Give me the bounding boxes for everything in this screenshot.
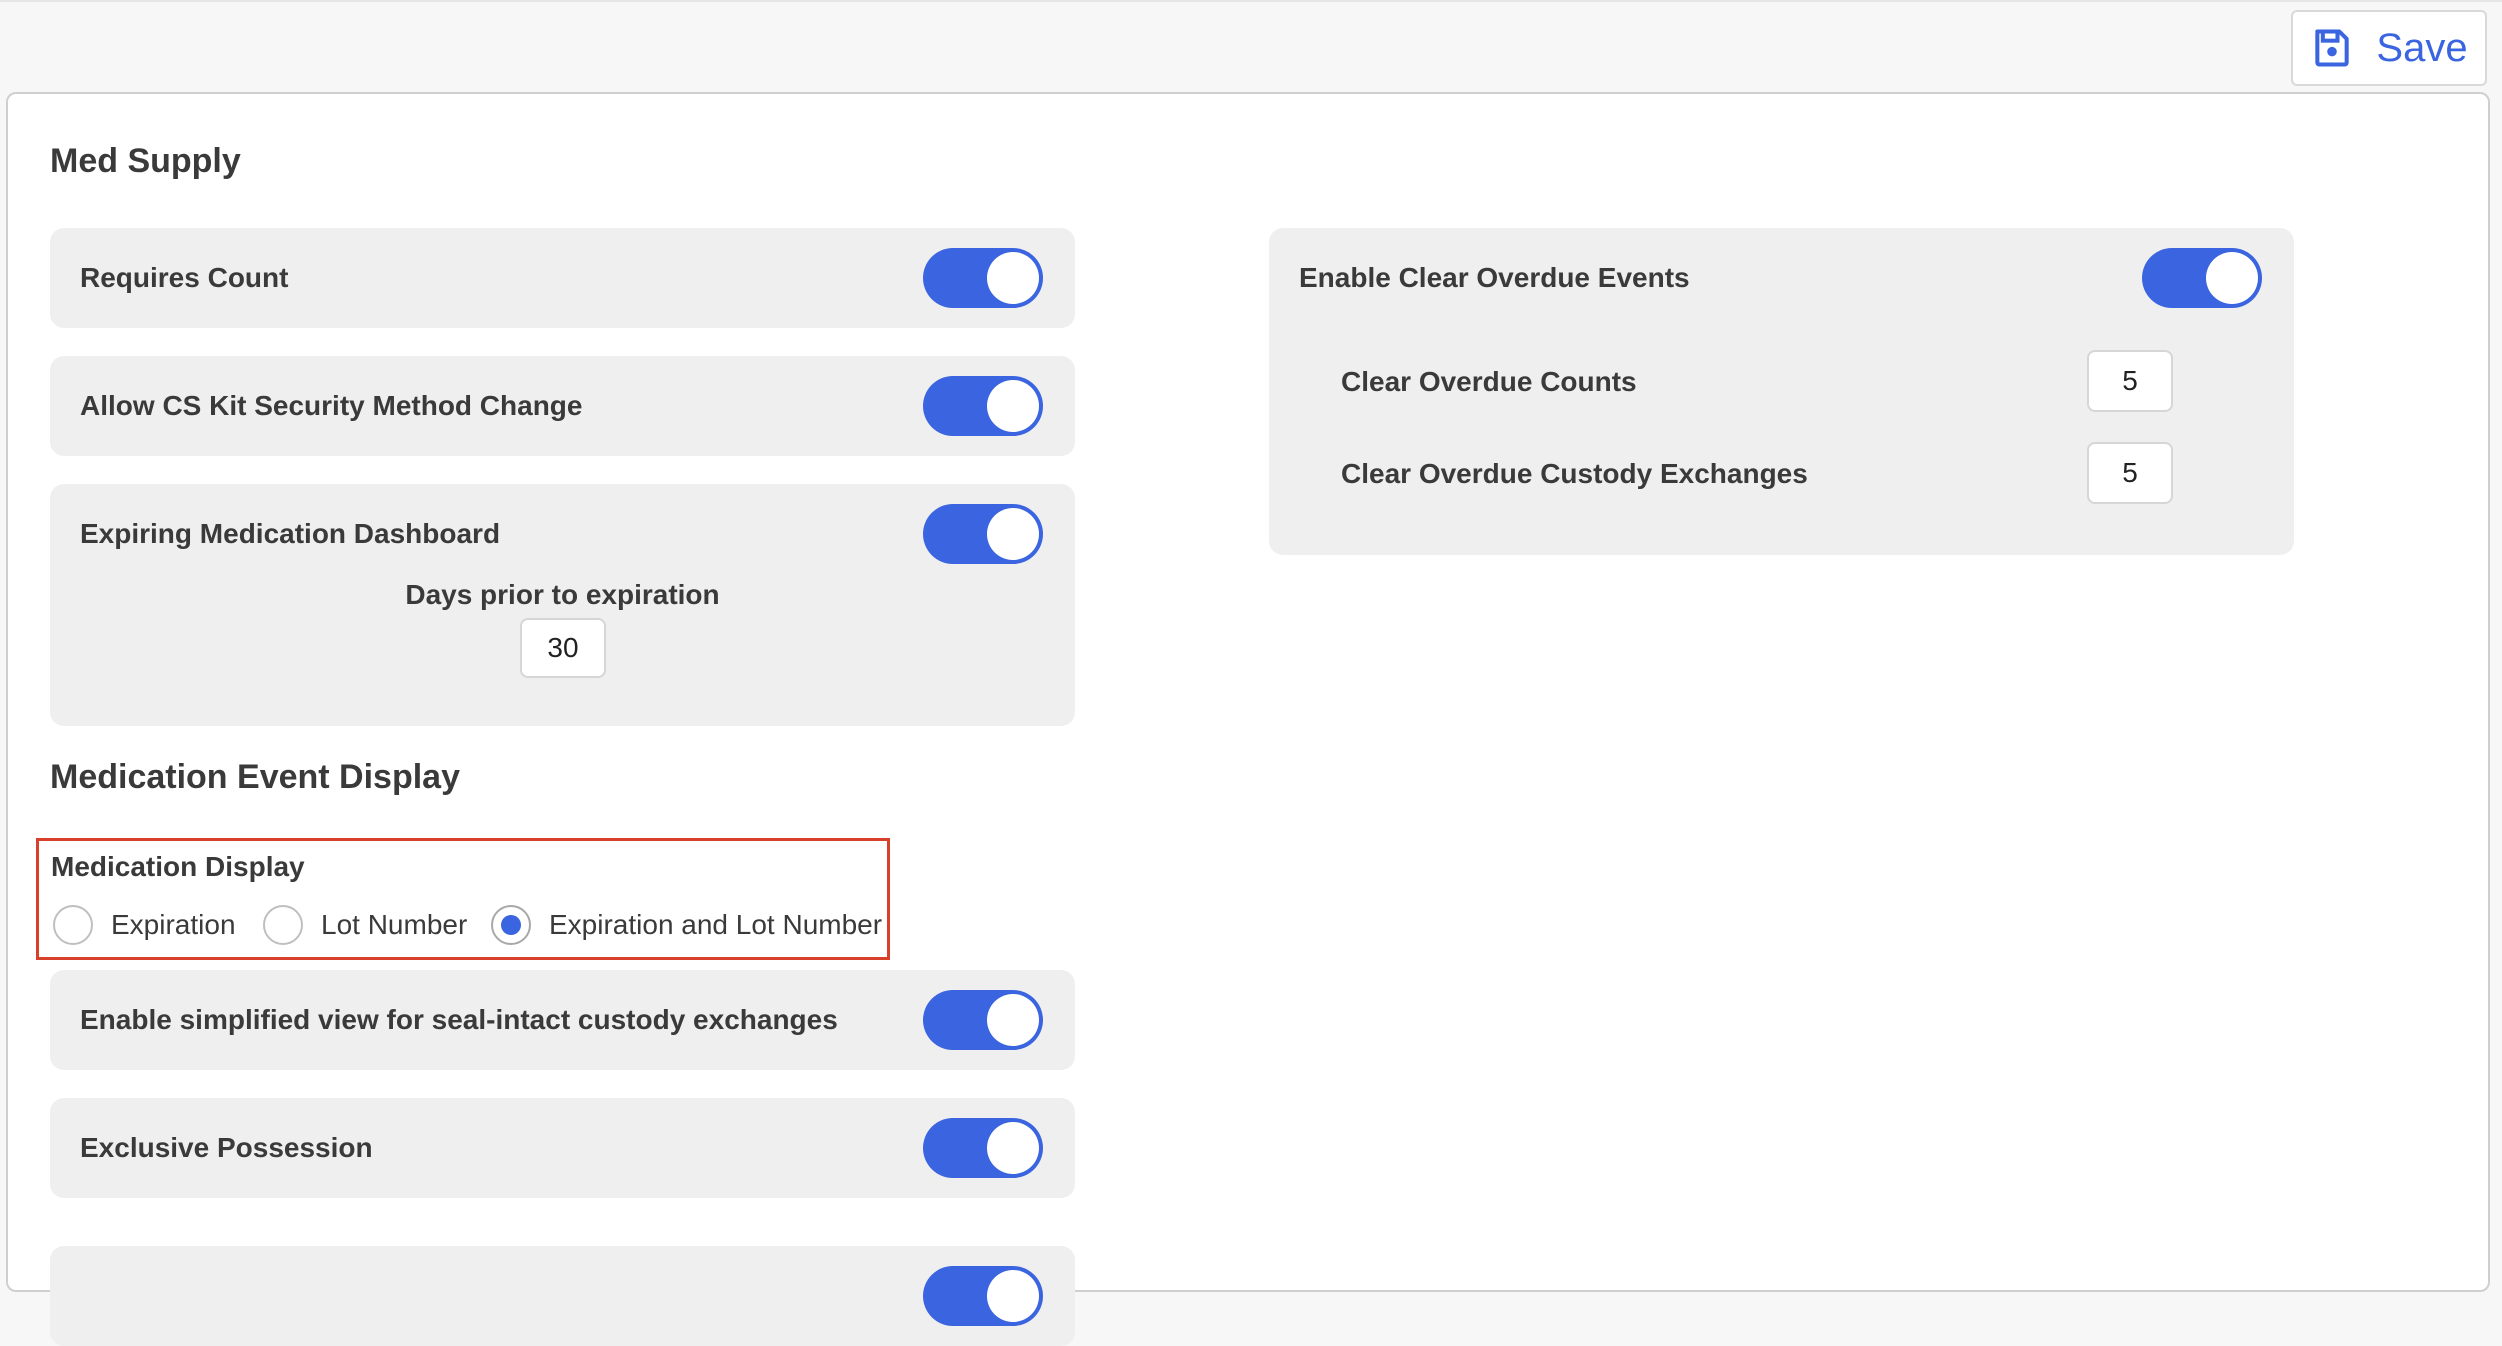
toggle-knob	[2206, 252, 2258, 304]
floppy-disk-icon	[2315, 29, 2350, 67]
clear-overdue-counts-label: Clear Overdue Counts	[1341, 366, 1637, 397]
save-button[interactable]: Save	[2291, 10, 2487, 86]
clear-overdue-custody-label: Clear Overdue Custody Exchanges	[1341, 458, 1808, 489]
radio-lot-number-label[interactable]: Lot Number	[321, 909, 467, 941]
radio-lot-number[interactable]	[263, 905, 303, 945]
allow-cs-kit-toggle[interactable]	[923, 376, 1043, 436]
clear-overdue-toggle[interactable]	[2142, 248, 2262, 308]
section-title-med-supply: Med Supply	[50, 142, 241, 180]
expiring-dashboard-label: Expiring Medication Dashboard	[80, 518, 501, 549]
toggle-knob	[987, 1122, 1039, 1174]
requires-count-label: Requires Count	[80, 262, 289, 293]
radio-expiration-label[interactable]: Expiration	[111, 909, 236, 941]
radio-expiration[interactable]	[53, 905, 93, 945]
clear-overdue-counts-input[interactable]	[2087, 350, 2173, 412]
clear-overdue-label: Enable Clear Overdue Events	[1299, 262, 1690, 293]
top-toolbar: Save	[0, 0, 2502, 94]
clear-overdue-custody-input[interactable]	[2087, 442, 2173, 504]
simplified-view-toggle[interactable]	[923, 990, 1043, 1050]
exclusive-possession-label: Exclusive Possession	[80, 1132, 373, 1163]
exclusive-possession-card: Exclusive Possession	[50, 1098, 1075, 1198]
save-button-label: Save	[2376, 25, 2468, 70]
section-title-med-event-display: Medication Event Display	[50, 758, 460, 796]
expiring-dashboard-toggle[interactable]	[923, 504, 1043, 564]
toggle-knob	[987, 252, 1039, 304]
radio-expiration-and-lot-number[interactable]	[491, 905, 531, 945]
days-prior-input[interactable]	[520, 618, 606, 678]
next-setting-card	[50, 1246, 1075, 1346]
toggle-knob	[987, 994, 1039, 1046]
requires-count-card: Requires Count	[50, 228, 1075, 328]
toggle-knob	[987, 508, 1039, 560]
allow-cs-kit-label: Allow CS Kit Security Method Change	[80, 390, 583, 421]
allow-cs-kit-card: Allow CS Kit Security Method Change	[50, 356, 1075, 456]
exclusive-possession-toggle[interactable]	[923, 1118, 1043, 1178]
requires-count-toggle[interactable]	[923, 248, 1043, 308]
medication-display-group: Medication Display Expiration Lot Number…	[36, 838, 890, 960]
days-prior-label: Days prior to expiration	[405, 579, 720, 610]
clear-overdue-card: Enable Clear Overdue Events Clear Overdu…	[1269, 228, 2294, 555]
medication-display-label: Medication Display	[51, 851, 305, 882]
simplified-view-card: Enable simplified view for seal-intact c…	[50, 970, 1075, 1070]
radio-expiration-and-lot-number-label[interactable]: Expiration and Lot Number	[549, 909, 882, 941]
simplified-view-label: Enable simplified view for seal-intact c…	[80, 1004, 838, 1035]
next-setting-toggle[interactable]	[923, 1266, 1043, 1326]
radio-selected-dot	[501, 915, 521, 935]
expiring-dashboard-card: Expiring Medication Dashboard Days prior…	[50, 484, 1075, 726]
toggle-knob	[987, 380, 1039, 432]
